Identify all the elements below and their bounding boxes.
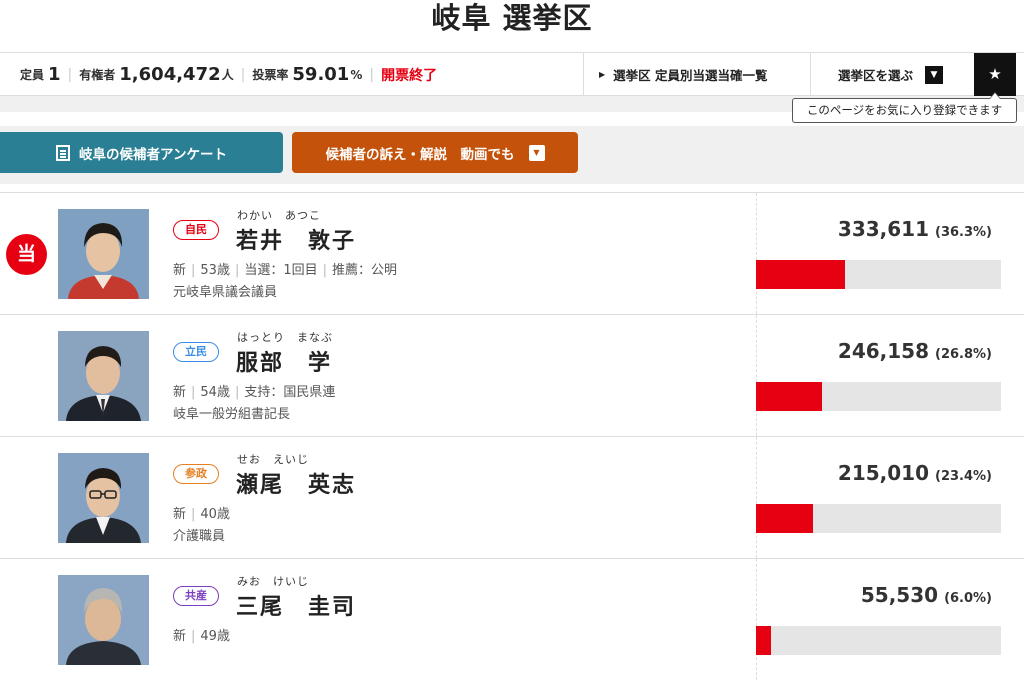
turnout-value: 59.01 <box>292 64 350 85</box>
vote-count: 246,158 (26.8%) <box>838 339 992 363</box>
vote-percent: (36.3%) <box>935 225 992 240</box>
candidate-photo <box>58 575 149 665</box>
candidate-kana: わかい あつこ <box>237 209 321 222</box>
candidate-extra1: 当選：1回目 <box>244 263 318 278</box>
candidate-row[interactable]: 立民 はっとり まなぶ 服部 学 新 | 54歳 | 支持：国民県連 岐阜一般労組書記長… <box>0 314 1024 436</box>
vote-number: 55,530 <box>860 583 939 607</box>
candidate-age: 54歳 <box>200 385 230 400</box>
party-badge: 共産 <box>173 586 219 606</box>
candidate-name: 三尾 圭司 <box>236 595 357 620</box>
candidate-age: 53歳 <box>200 263 230 278</box>
action-buttons-row: 岐阜の候補者アンケート 候補者の訴え・解説 動画でも ▼ <box>0 126 1024 184</box>
candidate-name: 若井 敦子 <box>236 229 357 254</box>
election-stats: 定員 1 | 有権者 1,604,472 人 | 投票率 59.01 % | 開… <box>20 53 437 96</box>
candidate-photo <box>58 331 149 421</box>
candidate-kana: せお えいじ <box>237 453 309 466</box>
count-status: 開票終了 <box>381 67 438 84</box>
divider: | <box>240 66 246 83</box>
party-badge: 自民 <box>173 220 219 240</box>
candidate-career: 岐阜一般労組書記長 <box>173 407 291 422</box>
page-title: 岐阜 選挙区 <box>431 1 593 35</box>
divider: | <box>369 66 375 83</box>
seats-label: 定員 <box>20 68 45 82</box>
voters-unit: 人 <box>221 68 234 82</box>
candidate-meta: 新 | 53歳 | 当選：1回目 | 推薦：公明 <box>173 263 398 278</box>
divider <box>756 559 757 680</box>
vote-number: 333,611 <box>837 217 930 241</box>
candidate-name: 服部 学 <box>236 351 333 376</box>
vote-percent: (26.8%) <box>935 347 992 362</box>
select-district-label: 選挙区を選ぶ <box>838 68 914 83</box>
vote-count: 333,611 (36.3%) <box>838 217 992 241</box>
vote-percent: (6.0%) <box>944 591 992 606</box>
favorite-tooltip: このページをお気に入り登録できます <box>792 92 1017 123</box>
party-badge: 参政 <box>173 464 219 484</box>
vote-share-fill <box>756 382 822 411</box>
stats-bar: 定員 1 | 有権者 1,604,472 人 | 投票率 59.01 % | 開… <box>0 52 1024 96</box>
vote-share-bar <box>756 504 1001 533</box>
favorite-button[interactable]: ★ <box>974 53 1016 96</box>
vote-share-fill <box>756 260 845 289</box>
candidate-kana: みお けいじ <box>237 575 309 588</box>
divider: | <box>67 66 73 83</box>
dropdown-arrow-icon: ▼ <box>528 144 545 161</box>
turnout-label: 投票率 <box>252 68 289 82</box>
voters-label: 有権者 <box>79 68 116 82</box>
candidate-list: 当 自民 わかい あつこ 若井 敦子 新 | 53歳 | 当選：1回目 | 推薦：公明 元岐… <box>0 192 1024 680</box>
vote-number: 215,010 <box>837 461 930 485</box>
winners-list-label: 選挙区 定員別当選当確一覧 <box>613 68 768 83</box>
candidate-career: 介護職員 <box>173 529 226 544</box>
vote-count: 215,010 (23.4%) <box>838 461 992 485</box>
candidate-status: 新 <box>173 507 187 522</box>
triangle-right-icon: ▶ <box>599 70 606 79</box>
candidate-status: 新 <box>173 385 187 400</box>
elected-badge: 当 <box>6 234 47 275</box>
voters-value: 1,604,472 <box>119 64 221 85</box>
survey-button[interactable]: 岐阜の候補者アンケート <box>0 132 283 173</box>
candidate-name: 瀬尾 英志 <box>236 473 357 498</box>
vote-share-fill <box>756 626 771 655</box>
candidate-status: 新 <box>173 263 187 278</box>
candidate-meta: 新 | 49歳 <box>173 629 230 644</box>
divider <box>756 437 757 558</box>
video-button[interactable]: 候補者の訴え・解説 動画でも ▼ <box>292 132 578 173</box>
seats-value: 1 <box>48 64 61 85</box>
candidate-career: 元岐阜県議会議員 <box>173 285 278 300</box>
candidate-meta: 新 | 54歳 | 支持：国民県連 <box>173 385 336 400</box>
candidate-row[interactable]: 当 自民 わかい あつこ 若井 敦子 新 | 53歳 | 当選：1回目 | 推薦：公明 元岐… <box>0 192 1024 314</box>
candidate-age: 49歳 <box>200 629 230 644</box>
document-icon <box>56 144 71 161</box>
divider <box>756 315 757 436</box>
vote-share-fill <box>756 504 814 533</box>
candidate-meta: 新 | 40歳 <box>173 507 230 522</box>
candidate-extra2: 推薦：公明 <box>332 263 398 278</box>
candidate-extra1: 支持：国民県連 <box>244 385 336 400</box>
vote-share-bar <box>756 626 1001 655</box>
select-district-button[interactable]: 選挙区を選ぶ ▼ <box>810 53 974 96</box>
vote-share-bar <box>756 382 1001 411</box>
survey-label: 岐阜の候補者アンケート <box>79 146 227 163</box>
candidate-photo <box>58 453 149 543</box>
winners-list-link[interactable]: ▶ 選挙区 定員別当選当確一覧 <box>583 53 810 96</box>
candidate-age: 40歳 <box>200 507 230 522</box>
star-icon: ★ <box>988 65 1002 83</box>
party-badge: 立民 <box>173 342 219 362</box>
candidate-row[interactable]: 共産 みお けいじ 三尾 圭司 新 | 49歳 55,530 (6.0%) <box>0 558 1024 680</box>
candidate-status: 新 <box>173 629 187 644</box>
turnout-unit: % <box>350 67 363 82</box>
vote-percent: (23.4%) <box>935 469 992 484</box>
dropdown-arrow-icon: ▼ <box>925 65 944 84</box>
vote-count: 55,530 (6.0%) <box>861 583 992 607</box>
candidate-photo <box>58 209 149 299</box>
candidate-kana: はっとり まなぶ <box>237 331 333 344</box>
vote-share-bar <box>756 260 1001 289</box>
divider <box>756 193 757 314</box>
candidate-row[interactable]: 参政 せお えいじ 瀬尾 英志 新 | 40歳 介護職員 215,010 (23.4%… <box>0 436 1024 558</box>
video-label: 候補者の訴え・解説 動画でも <box>325 146 515 163</box>
vote-number: 246,158 <box>837 339 930 363</box>
